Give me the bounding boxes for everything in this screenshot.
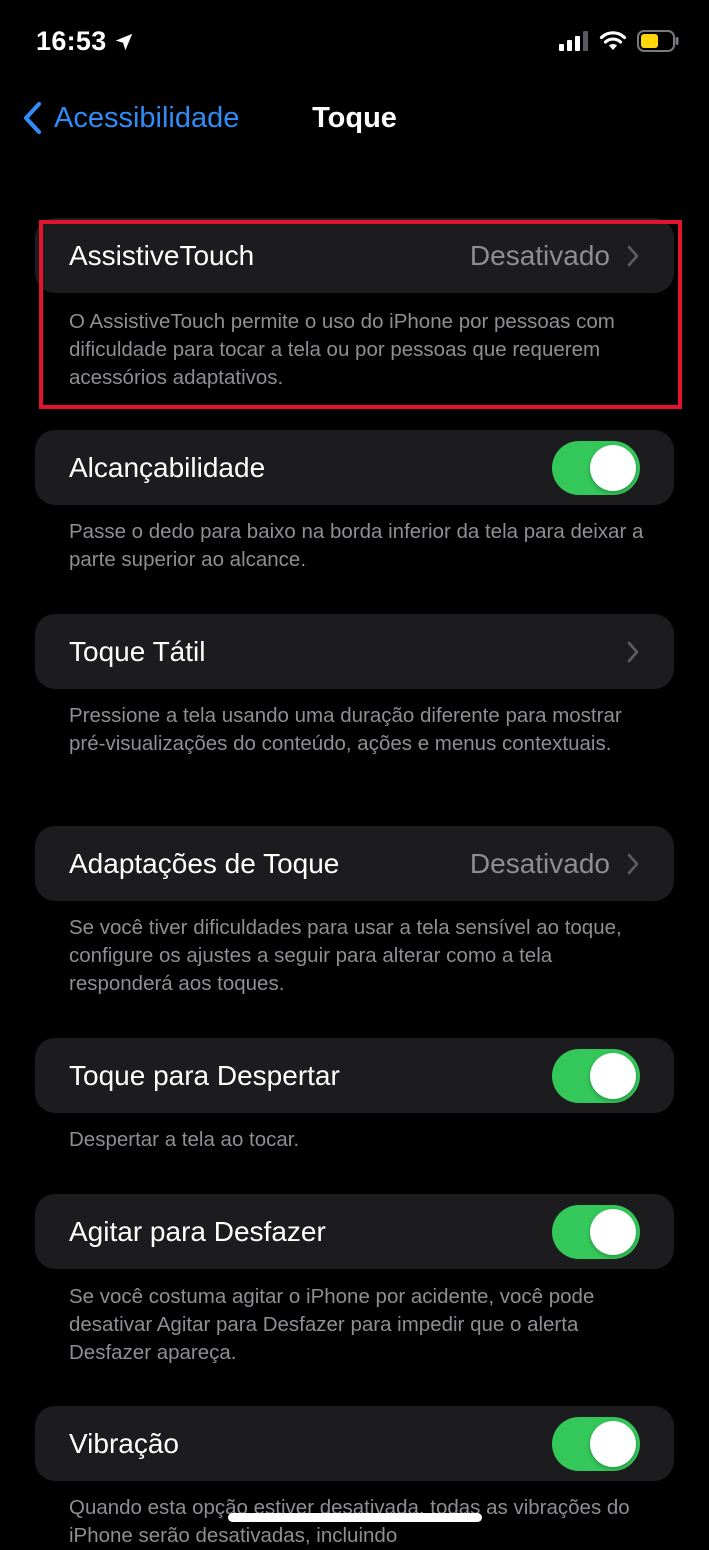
- toggle-knob: [590, 1420, 636, 1467]
- reachability-label: Alcançabilidade: [69, 451, 266, 483]
- home-indicator[interactable]: [228, 1513, 482, 1522]
- toggle-knob: [590, 444, 636, 491]
- cellular-signal-icon: [559, 31, 588, 51]
- status-indicators: [559, 30, 679, 52]
- shake-to-undo-footer: Se você costuma agitar o iPhone por acid…: [69, 1285, 595, 1364]
- chevron-right-icon: [627, 245, 639, 266]
- haptic-touch-footer: Pressione a tela usando uma duração dife…: [69, 704, 622, 755]
- tap-to-wake-footer: Despertar a tela ao tocar.: [69, 1128, 300, 1151]
- haptic-touch-row[interactable]: Toque Tátil: [35, 614, 674, 689]
- vibration-toggle[interactable]: [552, 1416, 640, 1471]
- vibration-row: Vibração: [35, 1406, 674, 1481]
- assistive-touch-footer: O AssistiveTouch permite o uso do iPhone…: [69, 310, 615, 389]
- shake-to-undo-label: Agitar para Desfazer: [69, 1215, 326, 1247]
- tap-to-wake-label: Toque para Despertar: [69, 1059, 340, 1091]
- reachability-toggle[interactable]: [552, 440, 640, 495]
- reachability-row: Alcançabilidade: [35, 430, 674, 505]
- chevron-right-icon: [627, 853, 639, 874]
- chevron-right-icon: [627, 641, 639, 662]
- toggle-knob: [590, 1208, 636, 1255]
- touch-accommodations-label: Adaptações de Toque: [69, 847, 340, 879]
- touch-accommodations-footer: Se você tiver dificuldades para usar a t…: [69, 916, 622, 995]
- vibration-footer: Quando esta opção estiver desativada, to…: [69, 1496, 630, 1547]
- tap-to-wake-row: Toque para Despertar: [35, 1038, 674, 1113]
- assistive-touch-row[interactable]: AssistiveTouch Desativado: [35, 218, 674, 293]
- haptic-touch-label: Toque Tátil: [69, 635, 206, 667]
- tap-to-wake-toggle[interactable]: [552, 1048, 640, 1103]
- page-title: Toque: [312, 102, 397, 134]
- touch-accommodations-value: Desativado: [469, 847, 610, 879]
- toggle-knob: [590, 1052, 636, 1099]
- time-text: 16:53: [36, 26, 107, 56]
- shake-to-undo-toggle[interactable]: [552, 1204, 640, 1259]
- status-time: 16:53: [36, 26, 135, 57]
- battery-icon: [637, 30, 679, 52]
- assistive-touch-label: AssistiveTouch: [69, 239, 255, 271]
- vibration-label: Vibração: [69, 1427, 180, 1459]
- reachability-footer: Passe o dedo para baixo na borda inferio…: [69, 520, 644, 571]
- location-arrow-icon: [115, 33, 132, 50]
- wifi-icon: [599, 31, 627, 50]
- touch-accommodations-row[interactable]: Adaptações de Toque Desativado: [35, 826, 674, 901]
- shake-to-undo-row: Agitar para Desfazer: [35, 1194, 674, 1269]
- assistive-touch-value: Desativado: [469, 239, 610, 271]
